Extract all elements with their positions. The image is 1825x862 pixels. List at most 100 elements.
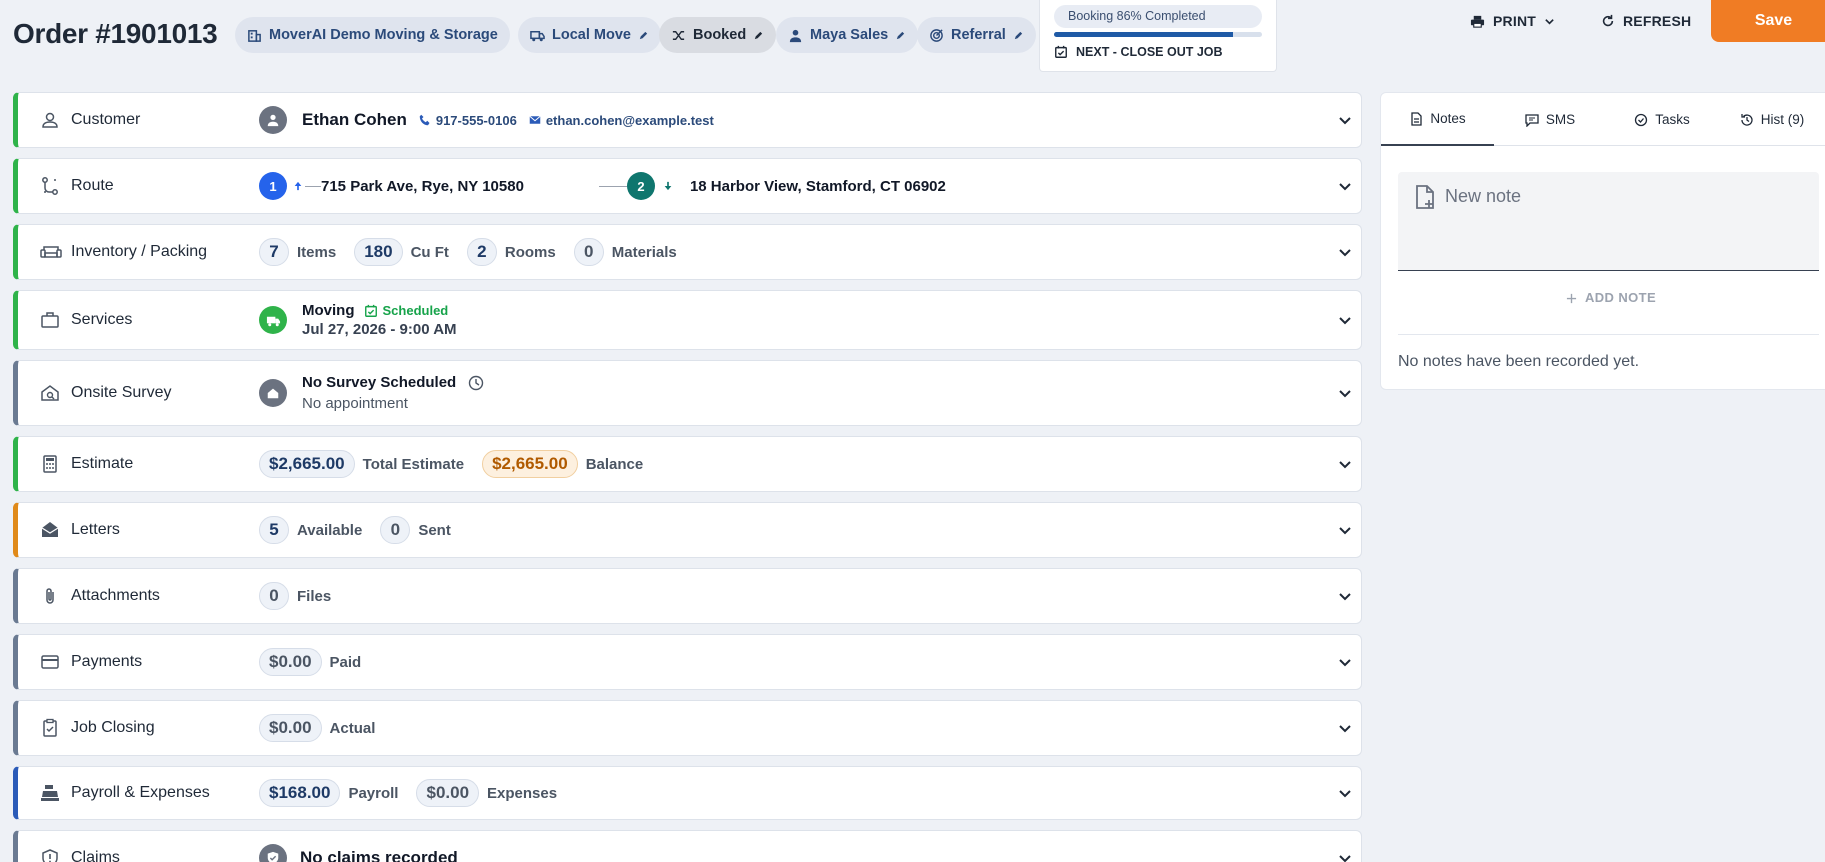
- dropoff-address: 18 Harbor View, Stamford, CT 06902: [689, 177, 946, 195]
- claims-text: No claims recorded: [300, 848, 458, 862]
- chevron-down-icon[interactable]: [1337, 244, 1353, 260]
- chevron-down-icon[interactable]: [1337, 654, 1353, 670]
- customer-phone[interactable]: 917-555-0106: [436, 113, 517, 128]
- letters-sent-badge: 0: [380, 516, 411, 544]
- booking-progress-card: Booking 86% Completed NEXT - CLOSE OUT J…: [1039, 0, 1277, 72]
- print-button[interactable]: PRINT: [1470, 10, 1555, 32]
- building-icon: [247, 28, 262, 43]
- chevron-down-icon[interactable]: [1337, 312, 1353, 328]
- printer-icon: [1470, 14, 1485, 29]
- section-onsite-survey[interactable]: Onsite Survey No Survey Scheduled No app…: [13, 360, 1362, 426]
- panel-tabs: Notes SMS Tasks Hist (9): [1381, 93, 1825, 146]
- section-inventory[interactable]: Inventory / Packing 7 Items 180 Cu Ft 2 …: [13, 224, 1362, 280]
- section-estimate[interactable]: Estimate $2,665.00 Total Estimate $2,665…: [13, 436, 1362, 492]
- cuft-label: Cu Ft: [410, 243, 449, 261]
- survey-subtitle: No appointment: [302, 395, 408, 412]
- source-label: Referral: [951, 27, 1006, 43]
- stop-2-marker: 2: [626, 172, 655, 200]
- route-connector: [305, 185, 321, 187]
- section-letters[interactable]: Letters 5 Available 0 Sent: [13, 502, 1362, 558]
- section-job-closing[interactable]: Job Closing $0.00 Actual: [13, 700, 1362, 756]
- section-claims[interactable]: Claims No claims recorded: [13, 830, 1362, 862]
- progress-bar: [1054, 32, 1262, 37]
- status-chip[interactable]: Booked: [659, 17, 777, 53]
- section-label: Attachments: [71, 587, 160, 604]
- tab-notes-label: Notes: [1430, 111, 1466, 126]
- next-step-link[interactable]: NEXT - CLOSE OUT JOB: [1054, 45, 1223, 59]
- files-label: Files: [297, 587, 332, 605]
- progress-label: Booking 86% Completed: [1054, 5, 1262, 28]
- pencil-icon: [1013, 30, 1024, 41]
- chevron-down-icon[interactable]: [1337, 178, 1353, 194]
- section-label: Estimate: [71, 455, 134, 472]
- chevron-down-icon[interactable]: [1337, 720, 1353, 736]
- paperclip-icon: [40, 586, 60, 606]
- tab-sms[interactable]: SMS: [1494, 93, 1606, 146]
- section-payroll-expenses[interactable]: Payroll & Expenses $168.00 Payroll $0.00…: [13, 766, 1362, 820]
- total-estimate-label: Total Estimate: [362, 455, 465, 473]
- company-chip[interactable]: MoverAI Demo Moving & Storage: [235, 17, 510, 53]
- home-search-icon: [40, 383, 60, 403]
- service-name: Moving: [302, 302, 355, 319]
- mail-icon: [529, 114, 541, 126]
- route-icon: [40, 176, 60, 196]
- section-label: Job Closing: [71, 719, 155, 736]
- section-route[interactable]: Route 1 715 Park Ave, Rye, NY 10580 2 18…: [13, 158, 1362, 214]
- section-payments[interactable]: Payments $0.00 Paid: [13, 634, 1362, 690]
- section-attachments[interactable]: Attachments 0 Files: [13, 568, 1362, 624]
- save-button[interactable]: Save: [1711, 0, 1825, 42]
- order-title: Order #1901013: [13, 18, 218, 49]
- add-note-label: ADD NOTE: [1584, 290, 1657, 305]
- paid-label: Paid: [329, 653, 362, 671]
- balance-badge: $2,665.00: [482, 450, 578, 478]
- chat-icon: [1525, 113, 1539, 127]
- balance-label: Balance: [585, 455, 644, 473]
- order-header: Order #1901013 MoverAI Demo Moving & Sto…: [0, 0, 1825, 72]
- source-chip[interactable]: Referral: [917, 17, 1036, 53]
- chevron-down-icon[interactable]: [1337, 112, 1353, 128]
- mailbox-icon: [40, 520, 60, 540]
- chevron-down-icon[interactable]: [1337, 785, 1353, 801]
- section-services[interactable]: Services Moving Scheduled Jul 27, 2026 -…: [13, 290, 1362, 350]
- items-label: Items: [297, 243, 337, 261]
- chevron-down-icon[interactable]: [1337, 456, 1353, 472]
- sales-chip[interactable]: Maya Sales: [776, 17, 919, 53]
- materials-count-badge: 0: [573, 238, 604, 266]
- status-label: Booked: [693, 27, 747, 43]
- tab-tasks[interactable]: Tasks: [1606, 93, 1718, 146]
- chevron-down-icon[interactable]: [1337, 850, 1353, 862]
- shield-check-icon: [259, 844, 287, 862]
- refresh-button[interactable]: REFRESH: [1601, 10, 1691, 32]
- calendar-check-icon: [1054, 45, 1068, 59]
- clipboard-check-icon: [40, 718, 60, 738]
- customer-name: Ethan Cohen: [302, 110, 407, 129]
- sofa-icon: [40, 242, 62, 262]
- add-note-button[interactable]: ADD NOTE: [1381, 290, 1825, 305]
- tab-notes[interactable]: Notes: [1381, 93, 1494, 146]
- expenses-amount-badge: $0.00: [416, 779, 480, 807]
- survey-title: No Survey Scheduled: [302, 374, 457, 391]
- chevron-down-icon[interactable]: [1337, 522, 1353, 538]
- pickup-address: 715 Park Ave, Rye, NY 10580: [321, 177, 524, 195]
- new-note-input[interactable]: New note: [1398, 172, 1819, 271]
- section-customer[interactable]: Customer Ethan Cohen 917-555-0106 ethan.…: [13, 92, 1362, 148]
- chevron-down-icon[interactable]: [1337, 588, 1353, 604]
- actual-label: Actual: [329, 719, 376, 737]
- chevron-down-icon[interactable]: [1337, 385, 1353, 401]
- letters-sent-label: Sent: [418, 521, 451, 539]
- customer-email[interactable]: ethan.cohen@example.test: [546, 113, 714, 128]
- pencil-icon: [638, 30, 649, 41]
- arrow-down-icon: [663, 181, 673, 191]
- truck-icon: [530, 28, 545, 43]
- shuffle-icon: [671, 28, 686, 43]
- move-type-chip[interactable]: Local Move: [518, 17, 661, 53]
- tab-tasks-label: Tasks: [1655, 112, 1690, 127]
- tab-history-label: Hist (9): [1760, 112, 1805, 127]
- pencil-icon: [753, 30, 764, 41]
- actual-amount-badge: $0.00: [259, 714, 322, 742]
- payroll-amount-badge: $168.00: [259, 779, 341, 807]
- total-estimate-badge: $2,665.00: [259, 450, 355, 478]
- tab-history[interactable]: Hist (9): [1718, 93, 1825, 146]
- section-label: Customer: [71, 111, 141, 128]
- new-note-placeholder: New note: [1445, 186, 1522, 206]
